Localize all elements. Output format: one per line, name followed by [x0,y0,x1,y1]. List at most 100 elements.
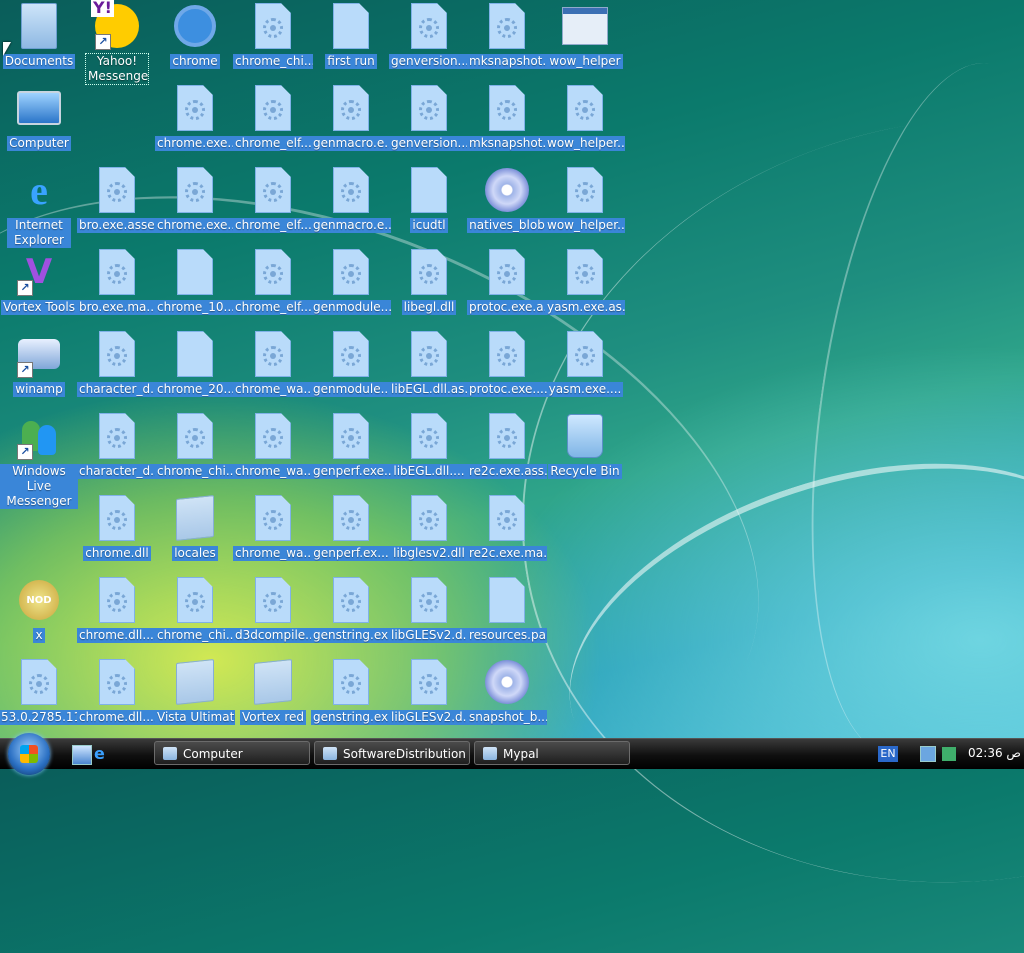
desktop-icon-file[interactable]: bro.exe.ma... [77,248,157,315]
desktop-icon-file[interactable]: mksnapshot... [467,2,547,69]
desktop-icon-file[interactable]: genmodule.... [311,248,391,315]
desktop-icon-file[interactable]: genversion.... [389,2,469,69]
desktop-icon-file[interactable]: chrome_wa... [233,330,313,397]
desktop-icon-computer[interactable]: Computer [0,84,78,151]
desktop-icon-windows-live-messenger[interactable]: ↗ Windows Live Messenger [0,412,78,509]
icon-label: protoc.exe.a... [467,300,547,315]
file-exe-icon [327,494,375,542]
icon-label: libEGL.dll.as... [389,382,469,397]
desktop-icon-yahoo-messenger[interactable]: ↗ Yahoo! Messenger [78,0,156,85]
desktop-icon-file[interactable]: libEGL.dll.... [390,412,468,479]
desktop-icon-file[interactable]: natives_blob [467,166,547,233]
desktop-icon-file[interactable]: chrome_20... [155,330,235,397]
icon-label: chrome.exe.... [155,136,235,151]
internet-explorer-quicklaunch-icon[interactable]: e [94,745,112,763]
windows-live-messenger-icon: ↗ [15,412,63,460]
desktop-icon-file[interactable]: genmacro.e... [311,84,391,151]
desktop-icon-file[interactable]: first run [312,2,390,69]
icon-label: d3dcompile... [233,628,313,643]
desktop-icon-file[interactable]: chrome_10... [155,248,235,315]
language-indicator[interactable]: EN [878,746,898,762]
desktop-icon-file[interactable]: libglesv2.dll [390,494,468,561]
desktop-icon-folder[interactable]: locales [156,494,234,561]
desktop-icon-file[interactable]: chrome_chi... [155,412,235,479]
icon-label: character_d... [77,382,157,397]
desktop-icon-file[interactable]: icudtl [390,166,468,233]
icon-label: first run [325,54,377,69]
desktop-icon-file[interactable]: wow_helper.... [545,84,625,151]
desktop-icon-recycle-bin[interactable]: Recycle Bin [546,412,624,479]
taskbar-button-softwaredistribution[interactable]: SoftwareDistribution [314,741,470,765]
desktop-icon-file[interactable]: protoc.exe.a... [467,248,547,315]
taskbar-button-mypal[interactable]: Mypal [474,741,630,765]
desktop-icon-folder[interactable]: Vortex red [234,658,312,725]
taskbar-button-computer[interactable]: Computer [154,741,310,765]
desktop-icon-file[interactable]: chrome.dll.... [77,658,157,725]
file-exe-icon [327,576,375,624]
file-exe-icon [249,84,297,132]
desktop-icon-file[interactable]: genmacro.e... [311,166,391,233]
desktop-icon-file[interactable]: 53.0.2785.11... [0,658,79,725]
desktop-icon-file[interactable]: chrome.dll [78,494,156,561]
desktop-icon-file[interactable]: chrome_elf.... [233,248,313,315]
icon-label: chrome_wa... [233,382,313,397]
file-exe-icon [561,166,609,214]
desktop-icon-file[interactable]: chrome.exe.... [155,166,235,233]
icon-label: chrome_wa... [233,546,313,561]
recycle-bin-icon [561,412,609,460]
desktop-icon-file[interactable]: libGLESv2.d... [389,576,469,643]
desktop-icon-file[interactable]: libegl.dll [390,248,468,315]
icon-label: 53.0.2785.11... [0,710,79,725]
desktop-icon-file[interactable]: genmodule.... [311,330,391,397]
desktop-icon-file[interactable]: chrome.dll.... [77,576,157,643]
desktop-icon-file[interactable]: genstring.ex... [311,576,391,643]
start-button[interactable] [8,733,50,775]
desktop-icon-file[interactable]: character_d... [77,330,157,397]
file-exe-icon [93,576,141,624]
desktop-icon-file[interactable]: genperf.exe.... [311,412,391,479]
desktop-icon-file[interactable]: re2c.exe.ass... [467,412,547,479]
desktop-icon-file[interactable]: genversion.... [389,84,469,151]
desktop-icon-chrome[interactable]: chrome [156,2,234,69]
desktop-icon-file[interactable]: yasm.exe.as... [545,248,625,315]
desktop-icon-file[interactable]: chrome_wa... [233,494,313,561]
desktop-icon-file[interactable]: genperf.ex... [311,494,391,561]
desktop-icon-file[interactable]: d3dcompile... [233,576,313,643]
desktop-icon-file[interactable]: chrome_elf.... [233,84,313,151]
volume-icon[interactable] [942,747,956,761]
file-exe-icon [327,84,375,132]
desktop-icon-file[interactable]: yasm.exe.... [546,330,624,397]
desktop-icon-vortex-tools[interactable]: V ↗ Vortex Tools [0,248,78,315]
file-exe-icon [249,330,297,378]
desktop-icon-file[interactable]: re2c.exe.ma... [467,494,547,561]
icon-label: bro.exe.asse... [77,218,157,233]
desktop-icon-winamp[interactable]: ↗ winamp [0,330,78,397]
desktop-icon-file[interactable]: libEGL.dll.as... [389,330,469,397]
desktop-icon-folder[interactable]: Vista Ultimate [155,658,235,725]
show-desktop-icon[interactable] [72,745,92,765]
desktop-icon-file[interactable]: chrome_chi... [155,576,235,643]
desktop-icon-file[interactable]: genstring.ex... [311,658,391,725]
network-icon[interactable] [920,746,936,762]
desktop-icon-file[interactable]: chrome.exe.... [155,84,235,151]
desktop-icon-internet-explorer[interactable]: e Internet Explorer [0,166,78,248]
desktop-icon-file[interactable]: chrome_elf.... [233,166,313,233]
nod32-icon: NOD [15,576,63,624]
desktop-icon-file[interactable]: chrome_chi... [233,2,313,69]
desktop-icon-documents[interactable]: Documents [0,2,78,69]
desktop-icon-file[interactable]: libGLESv2.d... [389,658,469,725]
desktop-icon-file[interactable]: resources.pak [467,576,547,643]
desktop-icon-file[interactable]: bro.exe.asse... [77,166,157,233]
desktop-icon-file[interactable]: protoc.exe.... [467,330,547,397]
desktop-icon-file[interactable]: mksnapshot... [467,84,547,151]
icon-label: x [33,628,45,643]
shortcut-arrow-icon: ↗ [17,444,33,460]
shortcut-arrow-icon: ↗ [17,362,33,378]
desktop-icon-file[interactable]: wow_helper [546,2,624,69]
desktop-icon-x[interactable]: NOD x [0,576,78,643]
desktop-icon-file[interactable]: wow_helper.... [545,166,625,233]
desktop-icon-file[interactable]: character_d... [77,412,157,479]
desktop-icon-file[interactable]: chrome_wa... [233,412,313,479]
clock[interactable]: 02:36 ص [968,746,1021,760]
desktop-icon-file[interactable]: snapshot_b... [467,658,547,725]
